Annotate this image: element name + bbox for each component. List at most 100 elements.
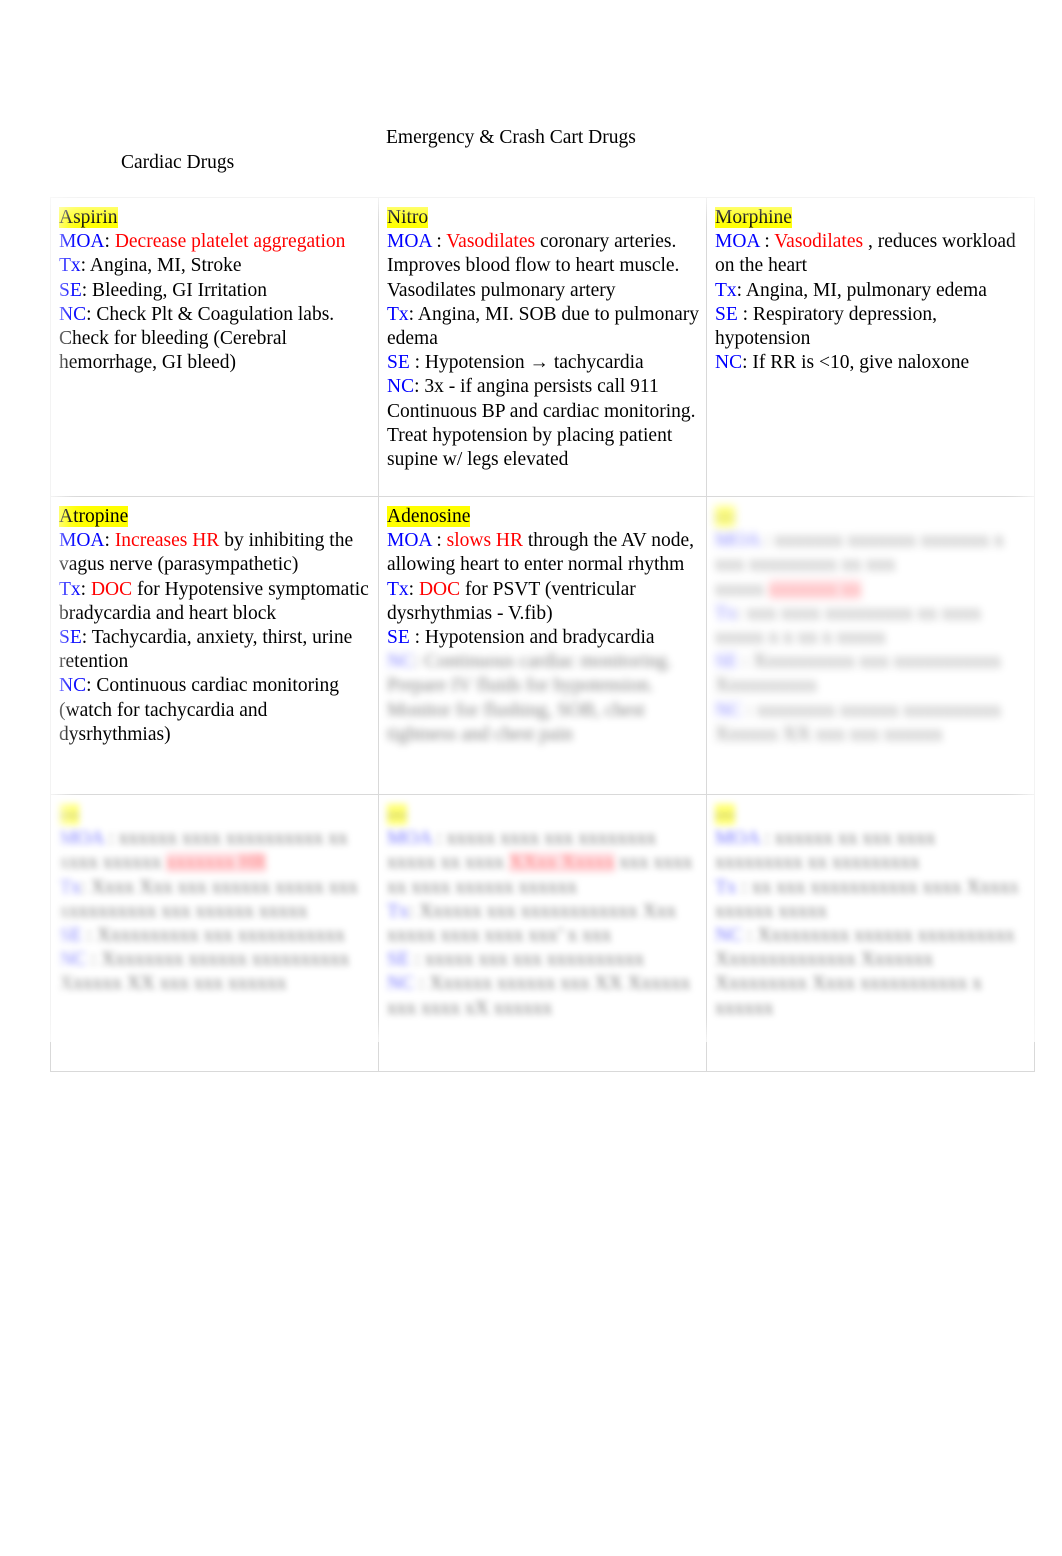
table-row: — MOA : xxxxxx xxxx xxxxxxxxxx xx xxxx xx… [50,794,1035,1072]
detail-label: Tx [59,255,81,277]
drug-detail-line: Tx: DOC for Hypotensive symptomatic brad… [59,579,369,624]
drug-reference-table: Aspirin MOA: Decrease platelet aggregatio… [50,197,1035,1072]
drug-detail-line: MOA : xxxxx xxxx xxx xxxxxxxx xxxxx xx x… [387,828,693,897]
detail-label: Tx [387,900,409,922]
detail-label: NC [59,949,87,971]
detail-text: Decrease platelet aggregation [114,231,346,253]
detail-text: XXxx Xxxxx [508,852,615,874]
detail-label: MOA [387,530,432,552]
drug-detail-line: SE: Bleeding, GI Irritation [59,280,267,301]
detail-text: DOC [418,578,461,600]
drug-cell-adenosine: Adenosine MOA : slows HR through the AV n… [378,496,707,795]
detail-label: Tx [715,279,737,301]
detail-label: Tx [387,303,409,325]
table-row: Aspirin MOA: Decrease platelet aggregatio… [50,197,1035,497]
detail-label: Tx [59,578,81,600]
drug-name: — [387,804,407,825]
detail-text: slows HR [446,530,524,552]
drug-details: MOA : xxxxx xxxx xxx xxxxxxxx xxxxx xx x… [387,827,700,1021]
detail-text: : Hypotension and bradycardia [409,627,655,649]
detail-text: : [431,828,447,850]
drug-cell-nitro: Nitro MOA : Vasodilates coronary arteries… [378,197,707,497]
drug-detail-line: NC : Xxxxxxxxx xxxxxx xxxxxxxxxx Xxxxxxx… [715,925,1015,1019]
detail-text: xxxxxxx HR [166,852,267,874]
drug-detail-line: SE : Hypotension → tachycardia [387,352,644,373]
detail-label: Tx [715,602,737,624]
detail-text: : Xxxxxxxx xxxxxx xxxxxxxxxx Xxxxxx XX x… [59,949,350,995]
drug-name: Adenosine [387,506,471,527]
drug-name: — [715,506,735,527]
detail-label: SE [387,352,410,374]
drug-detail-line: MOA : xxxxxxx xxxxxxx xxxxxxx x xxx xxxx… [715,530,1004,575]
drug-detail-line: NC: 3x - if angina persists call 911 Con… [387,376,696,470]
detail-label: Tx [59,876,81,898]
detail-text: : [103,828,119,850]
drug-detail-line: Tx: DOC for PSVT (ventricular dysrhythmi… [387,579,636,624]
drug-detail-line: MOA : Vasodilates coronary arteries. Imp… [387,231,679,300]
detail-text: : xxx xxxx xxxxxxxxx xx xxxx xxxxx x x x… [715,602,981,649]
drug-detail-line: MOA: Decrease platelet aggregation [59,231,345,252]
drug-details: MOA: Increases HR by inhibiting the vagu… [59,529,372,747]
detail-text: : [408,578,419,600]
detail-text: : Xxxxxx xxxxxx xxx XX Xxxxxx xxx xxxx x… [387,973,691,1019]
detail-text: : Bleeding, GI Irritation [81,279,267,301]
drug-detail-line: NC : Xxxxxxxx xxxxxx xxxxxxxxxx Xxxxxx X… [59,949,349,994]
detail-label: NC [387,973,415,995]
drug-name: Aspirin [59,207,118,228]
detail-text: : [431,231,447,253]
detail-text: : Xxxxxxxxxx xxx xxxxxxxxxxx Xxxxxxxxxx [715,651,1002,697]
drug-details: MOA : Vasodilates coronary arteries. Imp… [387,230,700,472]
detail-text: Increases HR [114,530,220,552]
detail-text: : Xxxxxx xxx xxxxxxxxxxxx Xxx xxxxx xxxx… [387,900,677,947]
detail-text [764,579,769,600]
document-page: Emergency & Crash Cart Drugs Cardiac Dru… [0,0,1062,1556]
drug-detail-line: MOA : xxxxxx xx xxx xxxx xxxxxxxxx xx xx… [715,828,935,873]
detail-text: : [104,231,115,253]
table-row: Atropine MOA: Increases HR by inhibiting … [50,496,1035,795]
drug-detail-line: MOA : xxxxxx xxxx xxxxxxxxxx xx xxxx xxx… [59,828,348,874]
drug-detail-line: Tx: Angina, MI, pulmonary edema [715,280,987,301]
section-title: Cardiac Drugs [121,152,235,173]
drug-detail-line: Tx: xxx xxxx xxxxxxxxx xx xxxx xxxxx x x… [715,603,981,648]
drug-detail-line: MOA : Vasodilates , reduces workload on … [715,231,1016,276]
detail-label: MOA [59,530,105,552]
drug-details: MOA : Vasodilates , reduces workload on … [715,230,1028,375]
detail-label: SE [715,303,738,325]
drug-detail-line: NC : xxxxxxxx xxxxxx xxxxxxxxxx Xxxxxx X… [715,700,1001,745]
drug-name: Nitro [387,207,429,228]
detail-text: : xxxxxxxx xxxxxx xxxxxxxxxx Xxxxxx XX x… [715,699,1002,745]
drug-detail-line: NC: Check Plt & Coagulation labs. Check … [59,304,334,373]
detail-text: : Xxxxxxxxxx xxx xxxxxxxxxxx [81,925,346,947]
drug-details: MOA: Decrease platelet aggregation Tx: An… [59,230,372,375]
detail-label: MOA [387,828,432,850]
drug-cell-aspirin: Aspirin MOA: Decrease platelet aggregatio… [50,197,379,497]
detail-label: Tx [715,876,737,898]
detail-text: DOC [90,578,133,600]
detail-label: NC [387,651,415,673]
drug-detail-line: SE : Hypotension and bradycardia [387,627,655,648]
drug-cell-morphine: Morphine MOA : Vasodilates , reduces work… [706,197,1035,497]
detail-text: : Continuous cardiac monitoring. Prepare… [387,651,672,745]
drug-details: MOA : slows HR through the AV node, allo… [387,529,700,650]
detail-label: MOA [59,828,104,850]
detail-text: : Respiratory depression, hypotension [715,303,938,350]
drug-detail-line: NC: If RR is <10, give naloxone [715,352,969,373]
drug-cell-atropine: Atropine MOA: Increases HR by inhibiting … [50,496,379,795]
detail-text: xxxxx [715,578,764,600]
detail-label: NC [387,376,415,398]
detail-text: xxxxxxx xxxxxxx [774,530,916,552]
drug-name: Morphine [715,207,792,228]
detail-text: : xx xxx xxxxxxxxxxx xxxx Xxxxx xxxxxx x… [715,876,1020,922]
drug-detail-line: NC: Continuous cardiac monitoring (watch… [59,675,339,744]
detail-label: MOA [715,530,760,552]
drug-details: MOA : xxxxxxx xxxxxxx xxxxxxx x xxx xxxx… [715,529,1028,747]
drug-name: — [59,804,79,825]
detail-label: MOA [59,231,105,253]
drug-detail-line: Tx: Xxxx Xxx xxx xxxxxx xxxxx xxx xxxxxx… [59,877,358,922]
detail-label: SE [387,949,410,971]
detail-label: SE [387,627,410,649]
drug-details: MOA : xxxxxx xxxx xxxxxxxxxx xx xxxx xxx… [59,827,372,996]
detail-label: SE [59,279,82,301]
drug-name: — [715,804,735,825]
drug-detail-line: NC: Continuous cardiac monitoring. Prepa… [387,651,672,745]
